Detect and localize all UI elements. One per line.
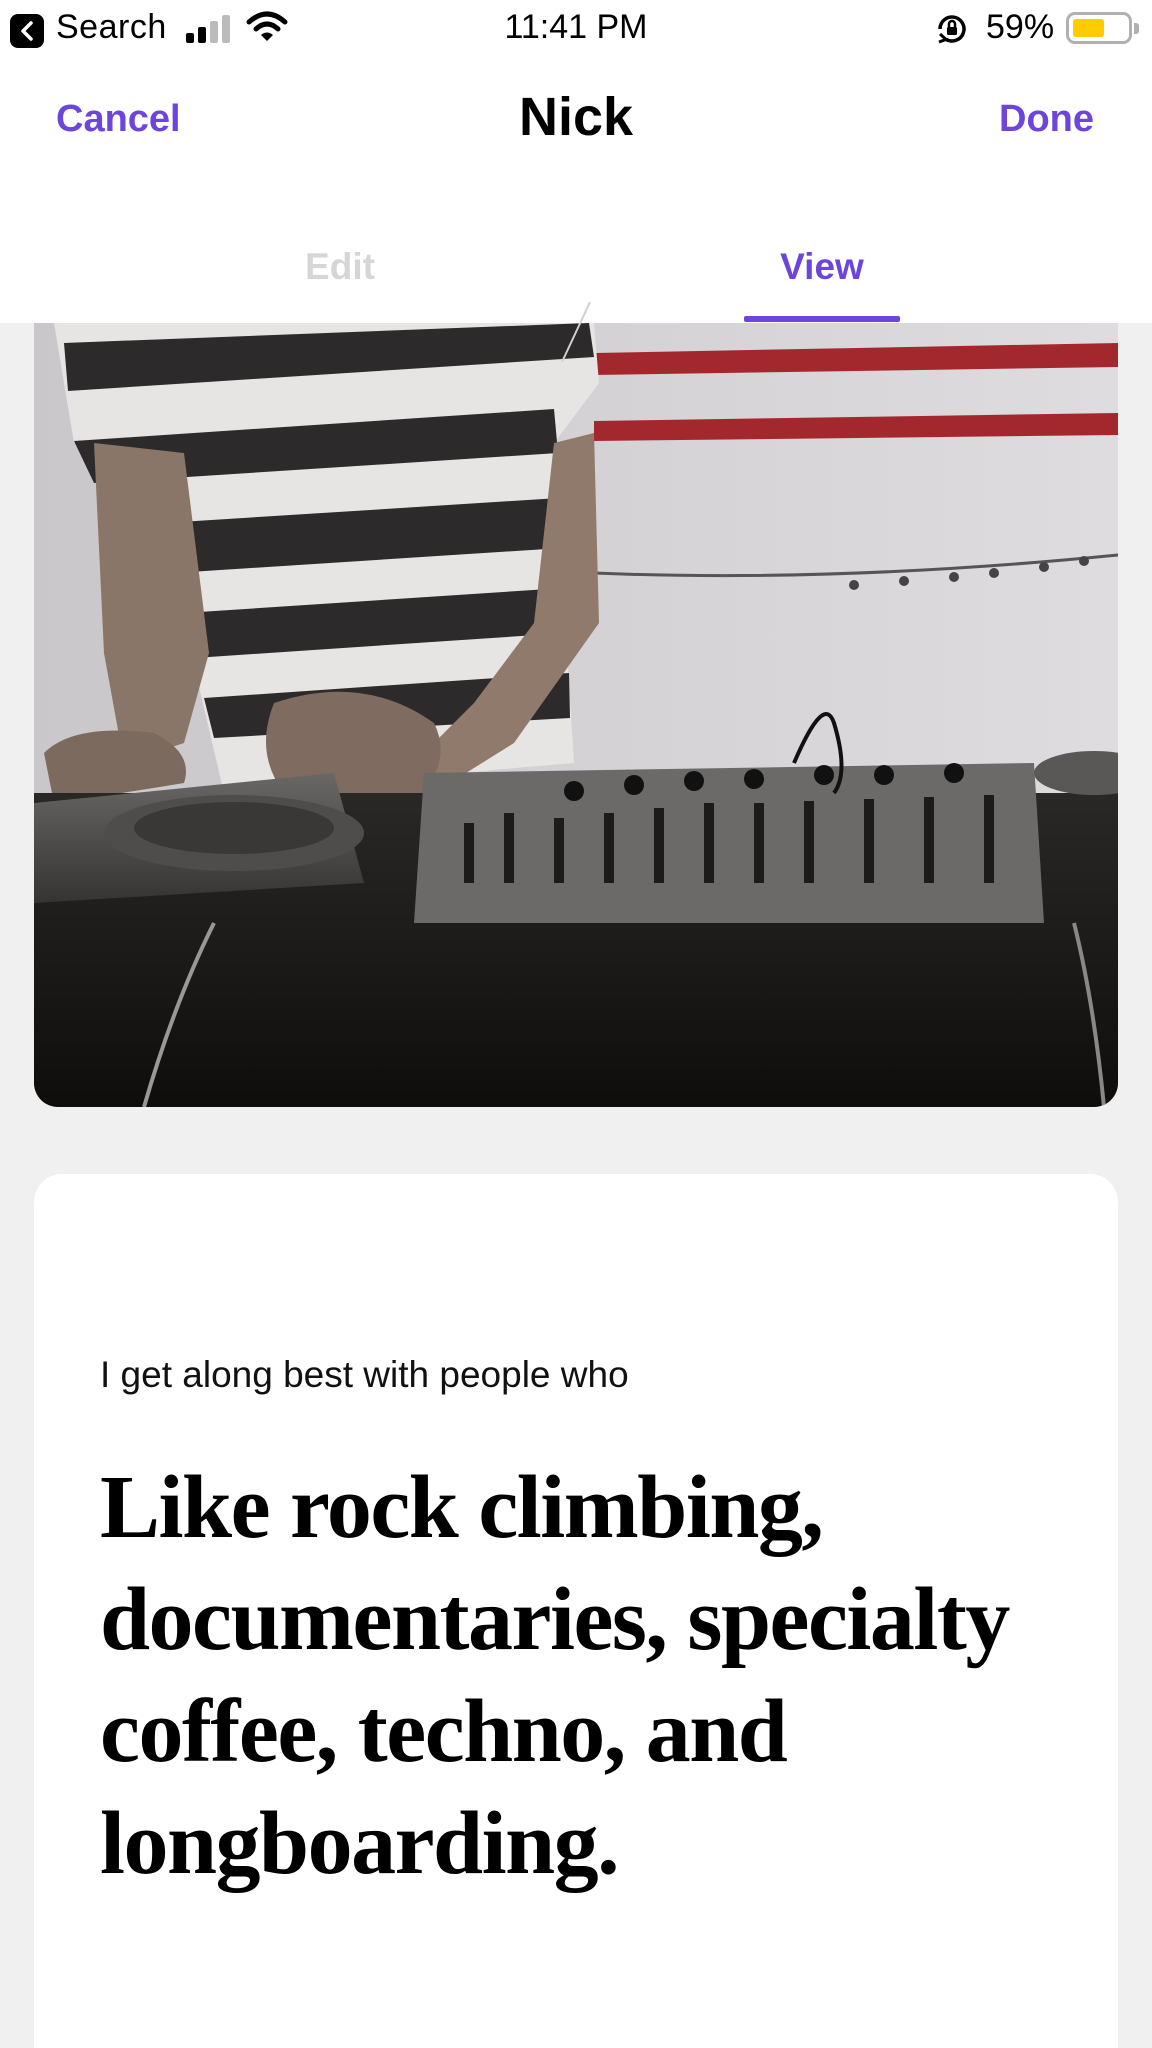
status-bar: Search 11:41 PM 59% [0,0,1152,58]
battery-percent: 59% [986,8,1055,46]
tab-edit[interactable]: Edit [290,246,390,288]
status-time: 11:41 PM [504,8,648,46]
tab-view[interactable]: View [744,246,900,288]
done-button[interactable]: Done [999,98,1094,141]
battery-fill [1073,19,1104,37]
nav-header: Cancel Nick Done Edit View [0,58,1152,362]
prompt-answer: Like rock climbing, documentaries, speci… [100,1458,1010,1893]
tab-view-indicator [744,316,900,322]
prompt-question: I get along best with people who [100,1354,629,1395]
page-title: Nick [518,87,634,147]
prompt-card: I get along best with people who Like ro… [34,1174,1118,2048]
orientation-lock-icon [938,15,966,44]
profile-preview-screen: Search 11:41 PM 59% Cancel Nick Done Edi… [0,0,1152,2048]
dj-mixer-photo-icon [34,323,1118,1107]
battery-icon [1066,12,1139,44]
profile-photo[interactable] [34,323,1118,1107]
tab-divider [561,301,591,362]
